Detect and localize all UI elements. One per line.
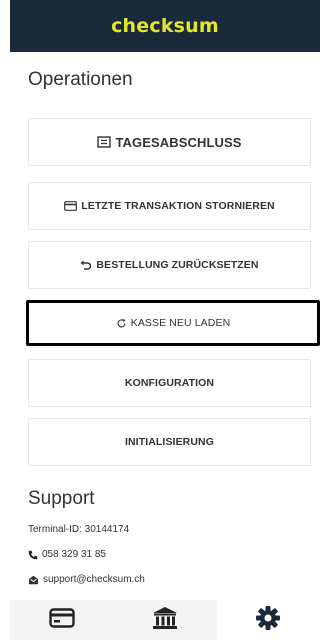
configuration-button[interactable]: KONFIGURATION — [28, 359, 311, 407]
cancel-last-transaction-button[interactable]: LETZTE TRANSAKTION STORNIEREN — [28, 182, 311, 230]
bank-icon — [152, 606, 178, 635]
terminal-id: Terminal-ID: 30144174 — [28, 524, 129, 535]
tab-payments[interactable] — [10, 600, 114, 640]
daily-closing-label: TAGESABSCHLUSS — [115, 134, 242, 150]
tab-settings[interactable] — [216, 600, 320, 640]
configuration-label: KONFIGURATION — [124, 377, 215, 389]
undo-icon — [80, 260, 92, 271]
support-phone-text: 058 329 31 85 — [42, 549, 106, 560]
reload-register-label: KASSE NEU LADEN — [130, 317, 231, 329]
card-icon — [48, 607, 75, 633]
reload-icon — [116, 318, 127, 329]
support-title: Support — [28, 488, 95, 509]
support-email-text: support@checksum.ch — [43, 574, 145, 585]
support-email[interactable]: support@checksum.ch — [28, 574, 145, 585]
phone-icon — [28, 550, 38, 560]
reload-register-button[interactable]: KASSE NEU LADEN — [26, 300, 320, 346]
app-header: checksum — [10, 0, 320, 52]
reset-order-label: BESTELLUNG ZURÜCKSETZEN — [96, 259, 259, 271]
initialization-button[interactable]: INITIALISIERUNG — [28, 418, 311, 466]
receipt-icon — [97, 136, 112, 148]
support-phone[interactable]: 058 329 31 85 — [28, 549, 106, 560]
reset-order-button[interactable]: BESTELLUNG ZURÜCKSETZEN — [28, 241, 311, 289]
mail-icon — [28, 575, 39, 585]
gear-icon — [255, 605, 281, 636]
operations-page: Operationen TAGESABSCHLUSS LETZTE TRANSA… — [10, 52, 320, 600]
app-logo: checksum — [111, 15, 219, 37]
tab-bank[interactable] — [113, 600, 217, 640]
terminal-id-text: Terminal-ID: 30144174 — [28, 524, 130, 535]
bottom-tab-bar — [10, 600, 320, 640]
daily-closing-button[interactable]: TAGESABSCHLUSS — [28, 118, 311, 166]
operations-title: Operationen — [28, 69, 133, 90]
cancel-last-transaction-label: LETZTE TRANSAKTION STORNIEREN — [81, 200, 275, 212]
card-icon — [64, 201, 78, 211]
initialization-label: INITIALISIERUNG — [124, 436, 214, 448]
